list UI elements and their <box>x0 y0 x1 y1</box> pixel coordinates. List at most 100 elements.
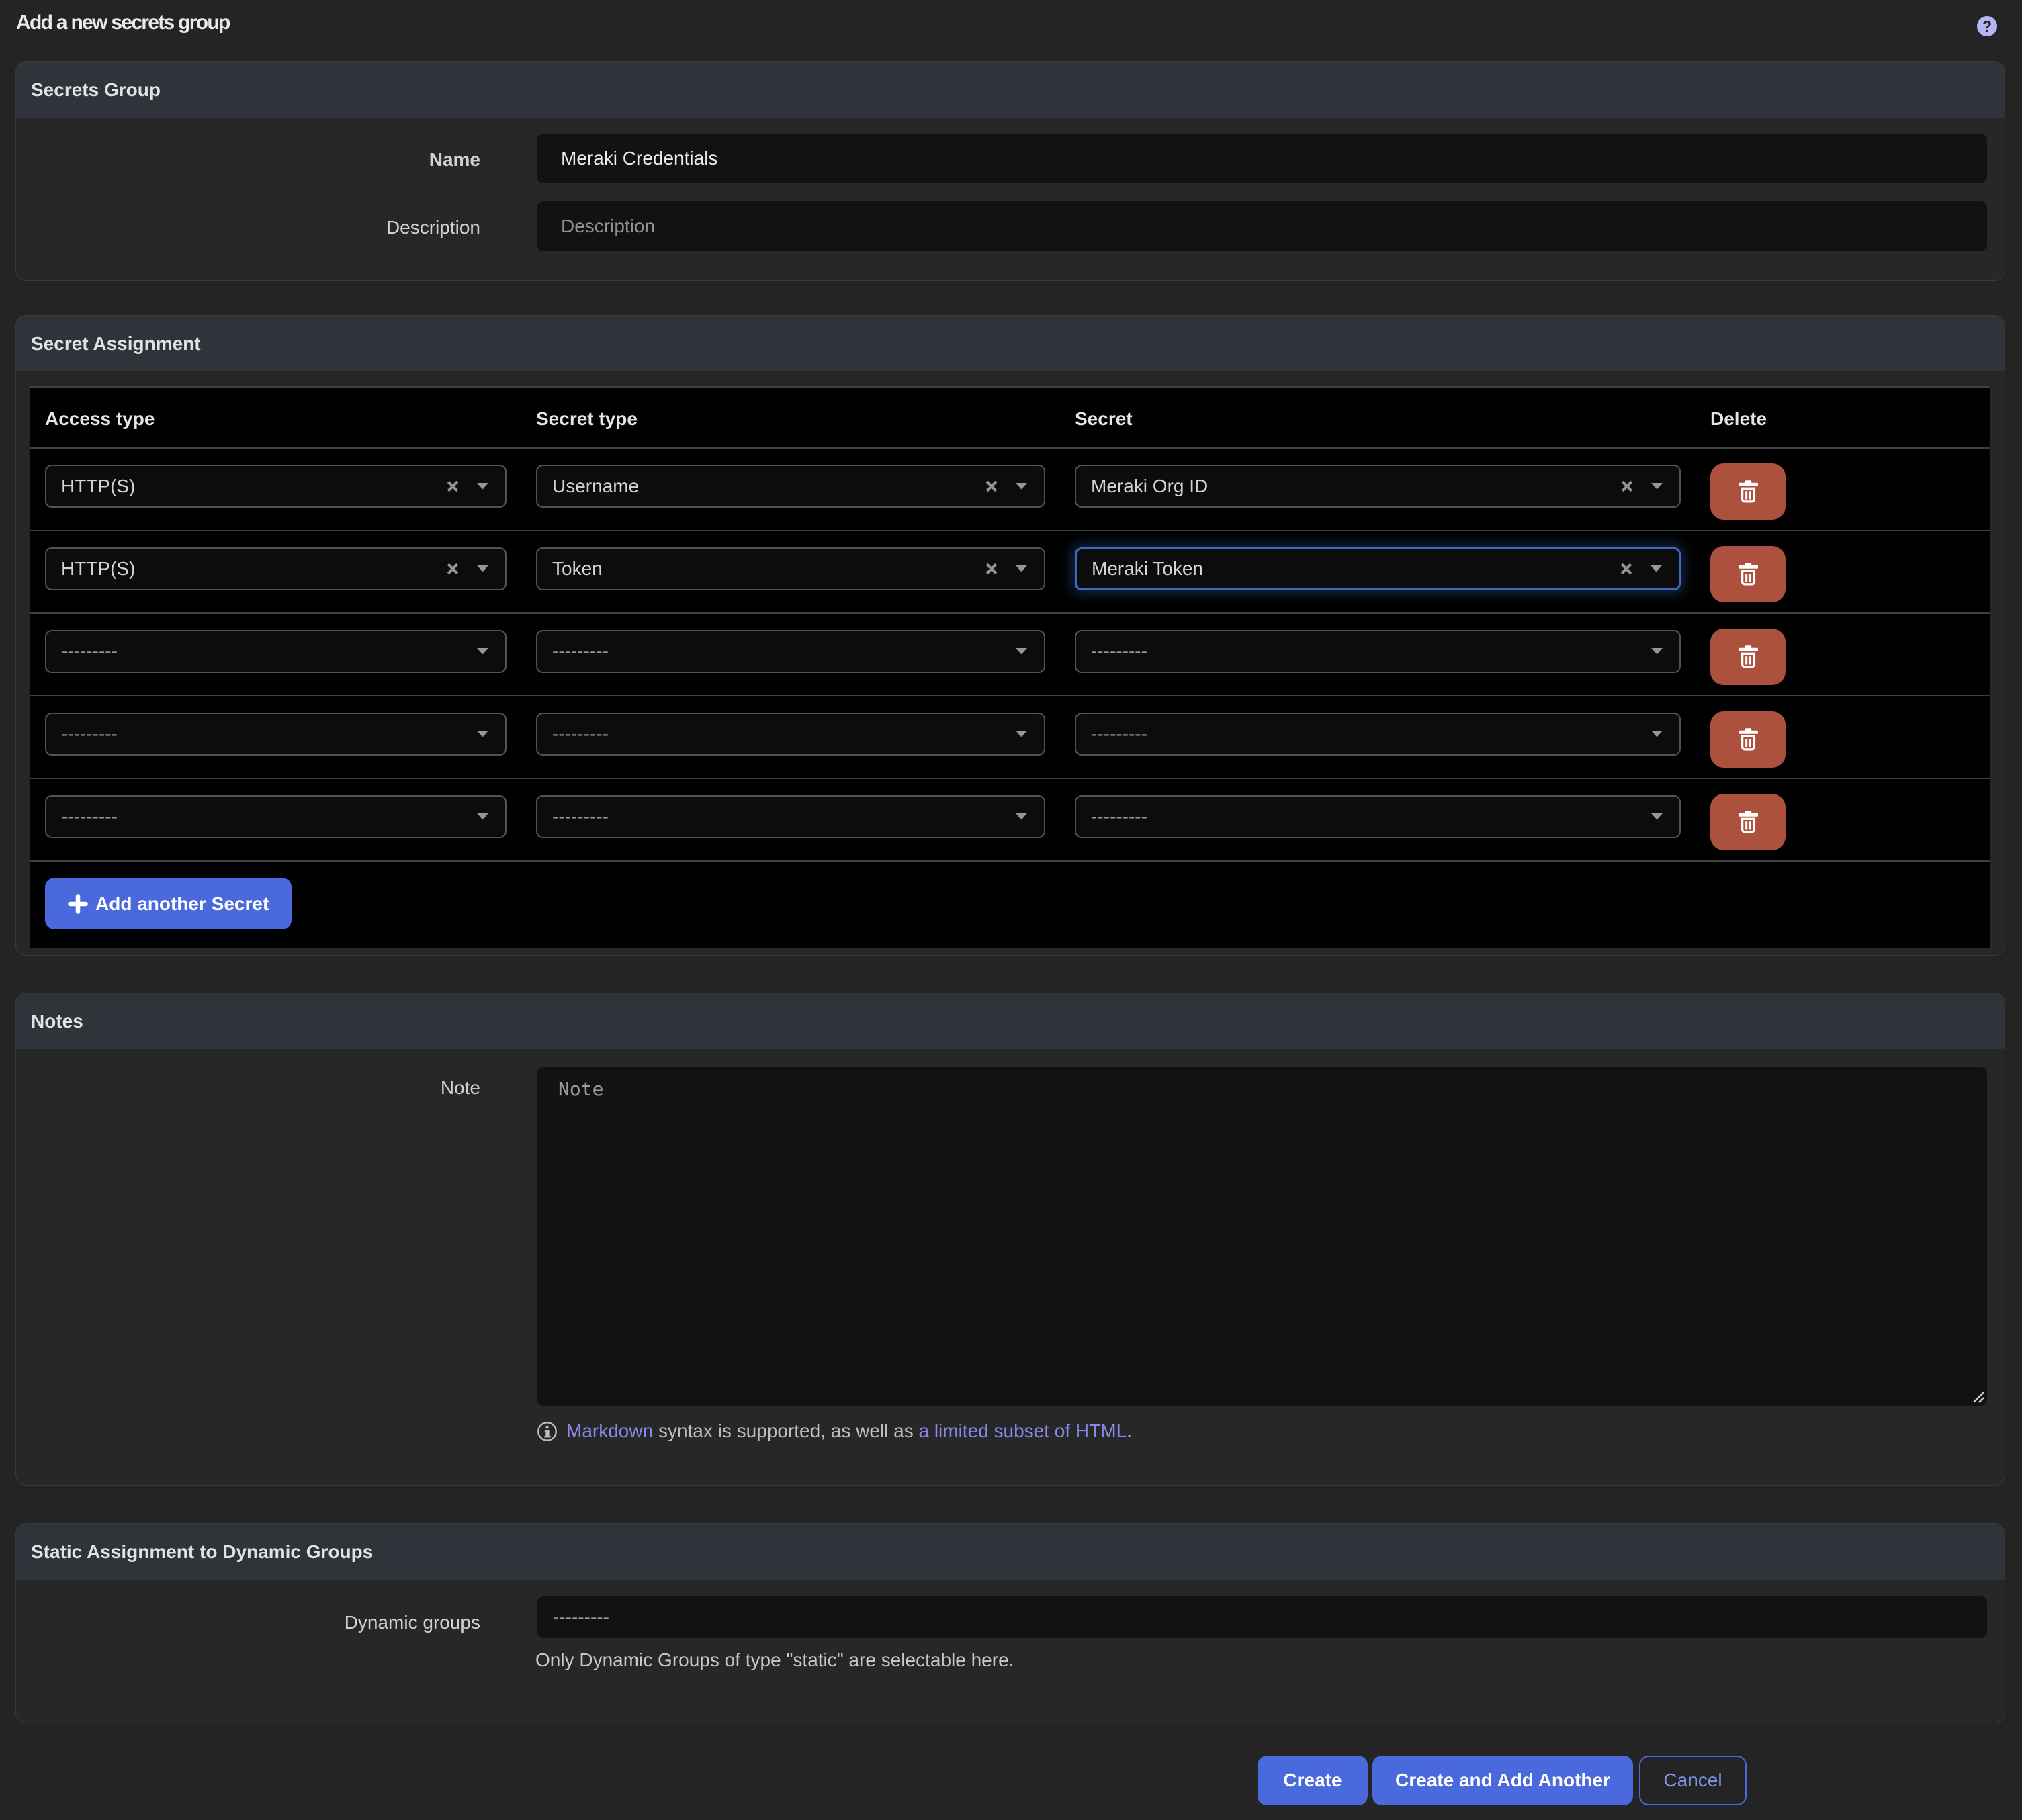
question-mark-icon: ? <box>1982 17 1992 36</box>
select-value: HTTP(S) <box>61 558 490 580</box>
dynamic-groups-header: Static Assignment to Dynamic Groups <box>16 1524 2005 1580</box>
chevron-down-icon <box>1015 813 1028 821</box>
secret-assignment-row: --------- --------- --------- <box>30 696 1990 778</box>
plus-icon <box>68 894 88 914</box>
secrets-group-header: Secrets Group <box>16 62 2005 118</box>
note-textarea[interactable] <box>535 1066 1988 1407</box>
chevron-down-icon <box>476 483 489 490</box>
form-actions: Create Create and Add Another Cancel <box>1258 1756 1747 1805</box>
select-value: --------- <box>1091 723 1665 745</box>
secret-assignment-title: Secret Assignment <box>31 333 201 355</box>
chevron-down-icon <box>1015 731 1028 738</box>
dynamic-groups-select[interactable]: --------- <box>535 1595 1988 1639</box>
secret-type-select[interactable]: --------- <box>536 630 1045 673</box>
secret-assignment-table: Access type Secret type Secret Delete HT… <box>30 386 1990 948</box>
chevron-down-icon <box>1651 483 1663 490</box>
secret-assignment-panel: Secret Assignment Access type Secret typ… <box>15 315 2005 956</box>
clear-icon[interactable] <box>446 562 459 576</box>
secret-type-select[interactable]: --------- <box>536 713 1045 756</box>
select-value: Meraki Token <box>1092 558 1664 580</box>
limited-html-link[interactable]: a limited subset of HTML <box>918 1420 1127 1441</box>
secrets-group-panel: Secrets Group Name Description <box>15 61 2005 281</box>
column-header-delete: Delete <box>1696 387 1990 448</box>
secret-assignment-header: Secret Assignment <box>16 316 2005 371</box>
page-title: Add a new secrets group <box>16 13 230 33</box>
chevron-down-icon <box>476 813 489 821</box>
clear-icon[interactable] <box>446 480 459 493</box>
create-and-add-another-button[interactable]: Create and Add Another <box>1372 1756 1633 1805</box>
notes-title: Notes <box>31 1011 83 1032</box>
select-value: Token <box>552 558 1029 580</box>
secret-type-select[interactable]: --------- <box>536 795 1045 838</box>
chevron-down-icon <box>1015 565 1028 573</box>
clear-icon[interactable] <box>1620 562 1633 576</box>
secret-select[interactable]: --------- <box>1075 713 1681 756</box>
chevron-down-icon <box>1651 813 1663 821</box>
clear-icon[interactable] <box>985 562 998 576</box>
chevron-down-icon <box>476 565 489 573</box>
markdown-help-text: Markdown syntax is supported, as well as… <box>566 1418 1132 1445</box>
delete-row-button[interactable] <box>1710 629 1786 685</box>
clear-icon[interactable] <box>985 480 998 493</box>
chevron-down-icon <box>1651 648 1663 655</box>
dynamic-groups-select-placeholder: --------- <box>553 1606 609 1628</box>
trash-icon <box>1739 563 1758 586</box>
delete-row-button[interactable] <box>1710 794 1786 850</box>
secret-type-select[interactable]: Username <box>536 465 1045 508</box>
select-value: --------- <box>61 723 490 745</box>
markdown-help-middle-text: syntax is supported, as well as <box>653 1420 918 1441</box>
column-header-access-type: Access type <box>30 387 521 448</box>
trash-icon <box>1739 480 1758 504</box>
chevron-down-icon <box>476 731 489 738</box>
select-value: --------- <box>1091 641 1665 662</box>
chevron-down-icon <box>1015 483 1028 490</box>
chevron-down-icon <box>1015 648 1028 655</box>
dynamic-groups-label: Dynamic groups <box>16 1595 480 1634</box>
name-label: Name <box>16 132 480 171</box>
select-value: --------- <box>552 806 1029 827</box>
dynamic-groups-panel: Static Assignment to Dynamic Groups Dyna… <box>15 1523 2005 1723</box>
secret-select[interactable]: Meraki Org ID <box>1075 465 1681 508</box>
trash-icon <box>1739 728 1758 752</box>
trash-icon <box>1739 645 1758 669</box>
delete-row-button[interactable] <box>1710 711 1786 768</box>
secret-select[interactable]: --------- <box>1075 630 1681 673</box>
cancel-button[interactable]: Cancel <box>1639 1756 1747 1805</box>
description-label: Description <box>16 200 480 239</box>
chevron-down-icon <box>476 648 489 655</box>
chevron-down-icon <box>1651 731 1663 738</box>
description-input[interactable] <box>535 200 1988 253</box>
secret-assignment-row: --------- --------- --------- <box>30 778 1990 861</box>
select-value: Meraki Org ID <box>1091 475 1665 497</box>
create-button[interactable]: Create <box>1258 1756 1368 1805</box>
access-type-select[interactable]: --------- <box>45 795 507 838</box>
select-value: --------- <box>61 641 490 662</box>
select-value: --------- <box>552 641 1029 662</box>
add-another-secret-button[interactable]: Add another Secret <box>45 878 292 929</box>
access-type-select[interactable]: --------- <box>45 713 507 756</box>
secrets-group-title: Secrets Group <box>31 79 161 101</box>
name-input[interactable] <box>535 132 1988 185</box>
resize-grip-icon[interactable] <box>1972 1391 1986 1404</box>
dynamic-groups-title: Static Assignment to Dynamic Groups <box>31 1541 373 1563</box>
delete-row-button[interactable] <box>1710 463 1786 520</box>
column-header-secret: Secret <box>1060 387 1696 448</box>
secret-select[interactable]: Meraki Token <box>1075 547 1681 590</box>
secret-assignment-row: HTTP(S) Token Meraki Token <box>30 531 1990 613</box>
access-type-select[interactable]: --------- <box>45 630 507 673</box>
select-value: --------- <box>1091 806 1665 827</box>
access-type-select[interactable]: HTTP(S) <box>45 547 507 590</box>
secret-select[interactable]: --------- <box>1075 795 1681 838</box>
trash-icon <box>1739 811 1758 834</box>
select-value: HTTP(S) <box>61 475 490 497</box>
access-type-select[interactable]: HTTP(S) <box>45 465 507 508</box>
secret-assignment-row: --------- --------- --------- <box>30 613 1990 696</box>
delete-row-button[interactable] <box>1710 546 1786 602</box>
clear-icon[interactable] <box>1620 480 1634 493</box>
markdown-link[interactable]: Markdown <box>566 1420 653 1441</box>
notes-header: Notes <box>16 993 2005 1049</box>
notes-panel: Notes Note Markdown syntax is supported,… <box>15 993 2005 1486</box>
secret-type-select[interactable]: Token <box>536 547 1045 590</box>
help-button[interactable]: ? <box>1977 16 1997 36</box>
select-value: --------- <box>552 723 1029 745</box>
